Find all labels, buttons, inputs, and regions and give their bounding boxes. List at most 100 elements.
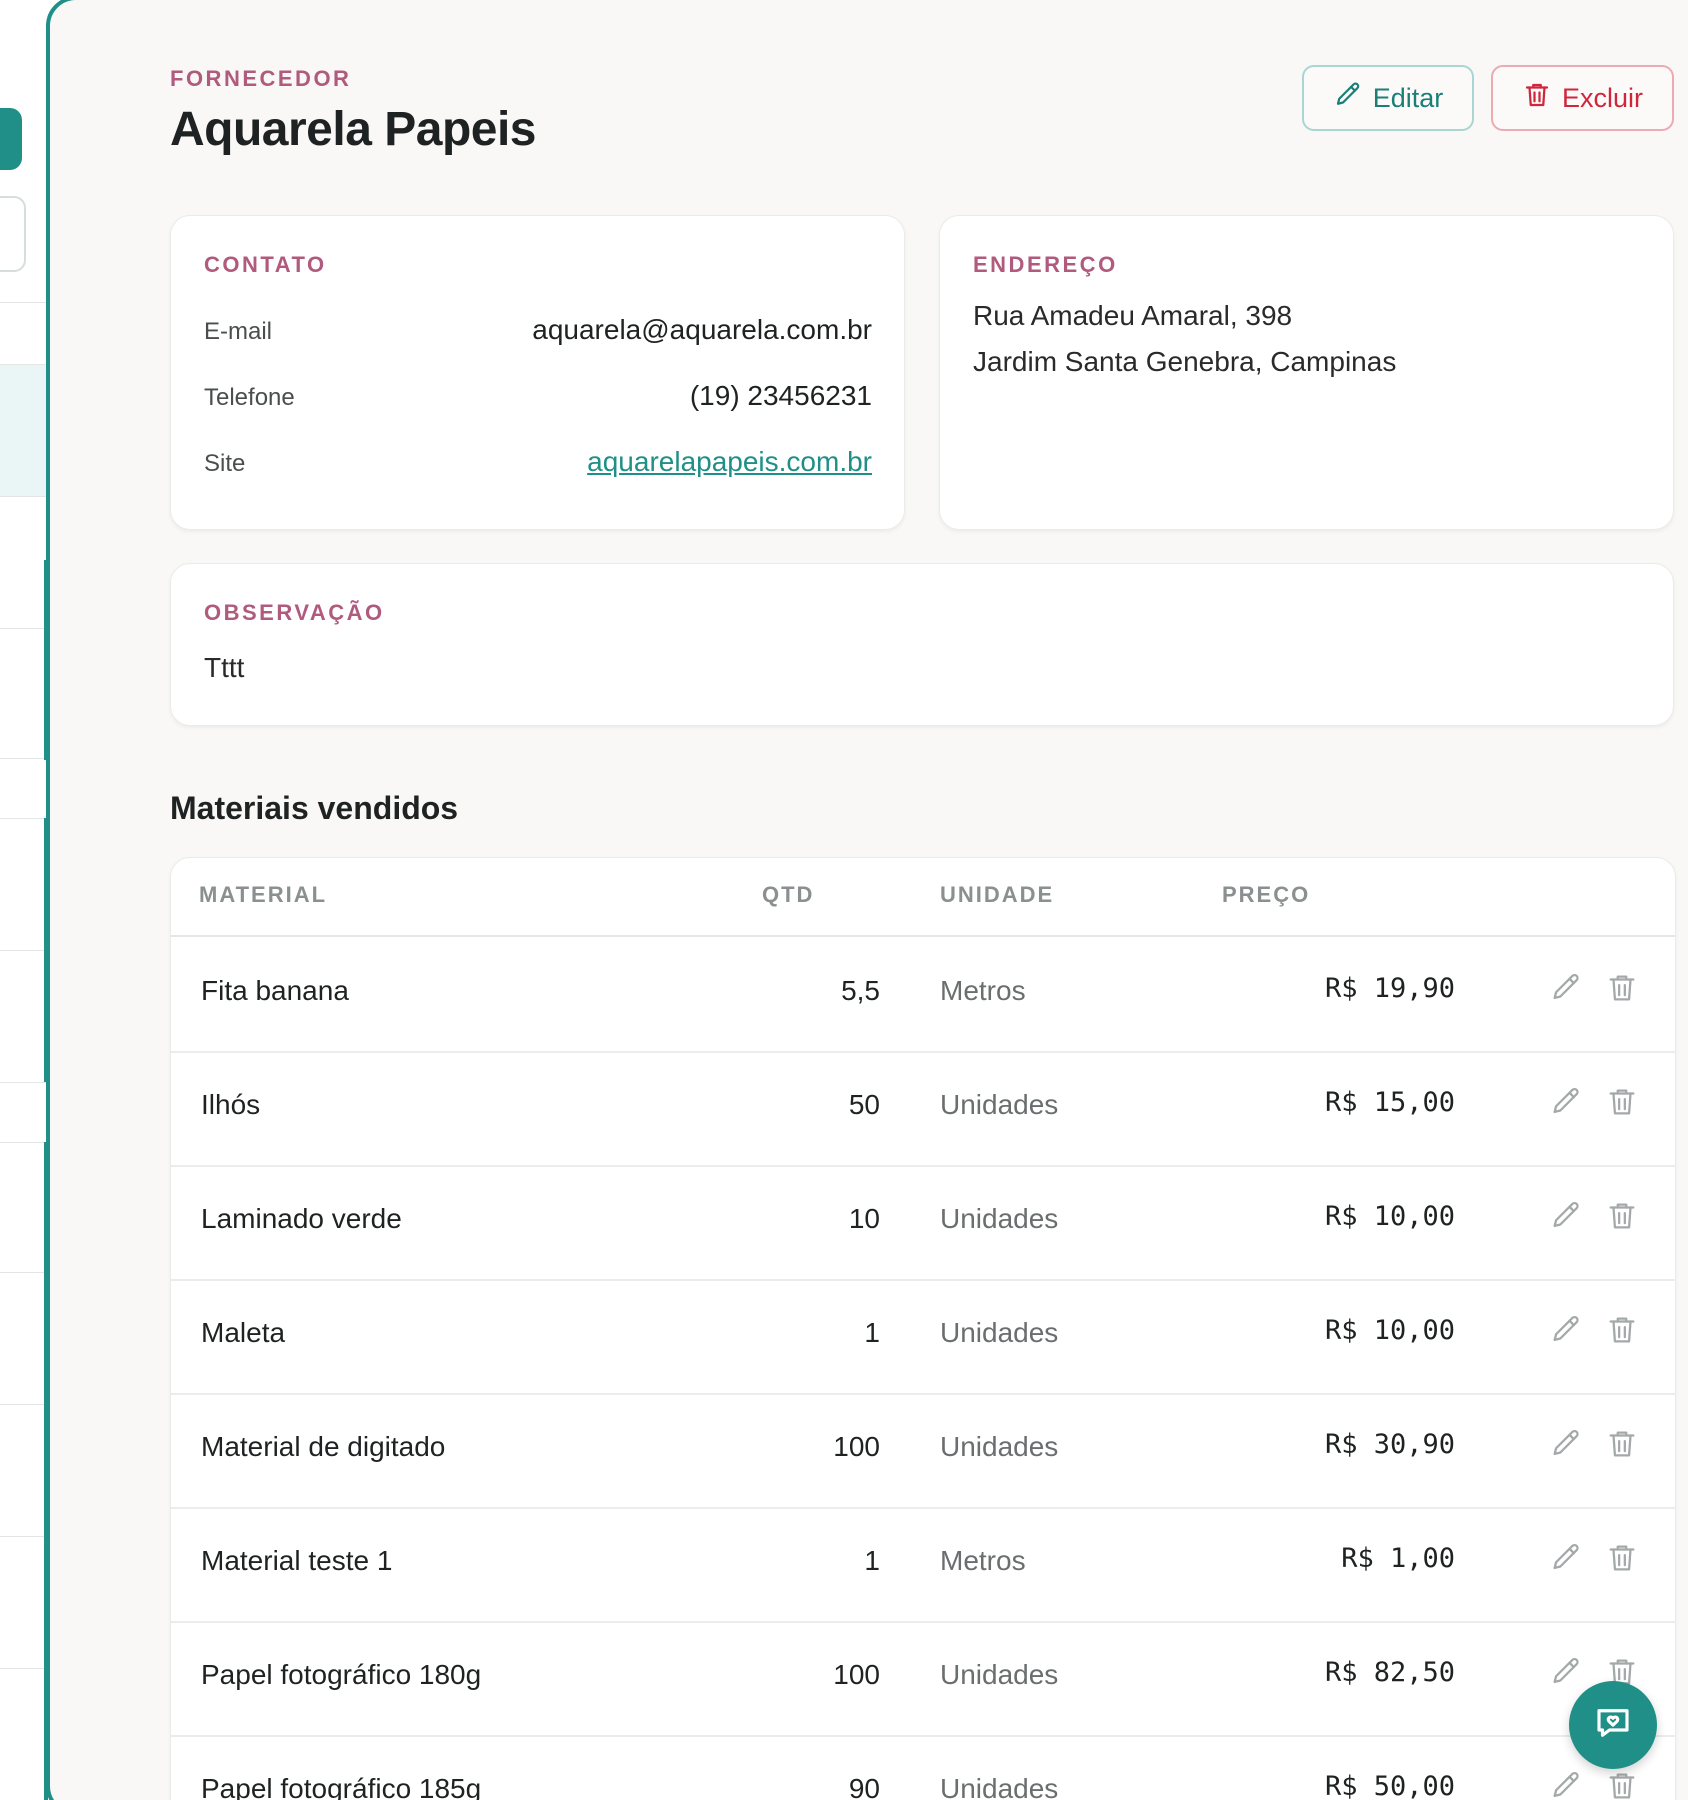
address-card: ENDEREÇO Rua Amadeu Amaral, 398 Jardim S… — [939, 215, 1674, 530]
trash-icon — [1522, 80, 1552, 117]
cell-material: Ilhós — [201, 1089, 261, 1120]
chat-heart-icon — [1592, 1702, 1634, 1749]
pencil-icon — [1549, 1201, 1583, 1237]
pencil-icon — [1549, 1315, 1583, 1351]
cell-qty: 1 — [864, 1545, 880, 1576]
cell-price: R$ 10,00 — [1324, 1315, 1455, 1346]
cell-price: R$ 1,00 — [1341, 1543, 1455, 1574]
cell-unit: Unidades — [940, 1317, 1059, 1348]
row-edit-button[interactable] — [1549, 1427, 1583, 1461]
table-row: Laminado verde 10 Unidades R$ 10,00 — [171, 1165, 1675, 1281]
background-search-input[interactable] — [0, 196, 26, 272]
observation-card: OBSERVAÇÃO Tttt — [170, 563, 1674, 726]
cell-qty: 5,5 — [841, 975, 880, 1006]
row-edit-button[interactable] — [1549, 1313, 1583, 1347]
column-header-material: MATERIAL — [199, 882, 328, 907]
row-delete-button[interactable] — [1605, 1313, 1639, 1347]
email-value: aquarela@aquarela.com.br — [532, 314, 872, 345]
table-header: MATERIAL QTD UNIDADE PREÇO — [171, 858, 1675, 937]
cell-material: Laminado verde — [201, 1203, 402, 1234]
cell-unit: Unidades — [940, 1659, 1059, 1690]
cell-material: Papel fotográfico 185g — [201, 1773, 482, 1800]
cell-qty: 50 — [848, 1089, 880, 1120]
row-edit-button[interactable] — [1549, 1541, 1583, 1575]
table-row: Material teste 1 1 Metros R$ 1,00 — [171, 1507, 1675, 1623]
column-header-unit: UNIDADE — [940, 882, 1055, 907]
pencil-icon — [1549, 1657, 1583, 1693]
table-row: Fita banana 5,5 Metros R$ 19,90 — [171, 937, 1675, 1053]
address-line-2: Jardim Santa Genebra, Campinas — [973, 346, 1397, 377]
trash-icon — [1605, 1431, 1639, 1465]
page-kicker: FORNECEDOR — [170, 66, 352, 91]
materials-section-title: Materiais vendidos — [170, 790, 459, 826]
row-delete-button[interactable] — [1605, 1085, 1639, 1119]
materials-table: MATERIAL QTD UNIDADE PREÇO Fita banana 5,… — [170, 857, 1676, 1800]
row-delete-button[interactable] — [1605, 971, 1639, 1005]
email-row: E-mail aquarela@aquarela.com.br — [204, 314, 872, 346]
cell-material: Material de digitado — [201, 1431, 446, 1462]
row-delete-button[interactable] — [1605, 1541, 1639, 1575]
trash-icon — [1605, 1545, 1639, 1579]
cell-qty: 1 — [864, 1317, 880, 1348]
row-delete-button[interactable] — [1605, 1769, 1639, 1800]
address-card-label: ENDEREÇO — [973, 252, 1118, 277]
cell-qty: 100 — [833, 1659, 880, 1690]
cell-unit: Metros — [940, 975, 1026, 1006]
delete-button-label: Excluir — [1561, 82, 1643, 113]
phone-key: Telefone — [204, 384, 295, 411]
cell-unit: Metros — [940, 1545, 1026, 1576]
trash-icon — [1605, 1089, 1639, 1123]
table-row: Papel fotográfico 180g 100 Unidades R$ 82,5… — [171, 1621, 1675, 1737]
pencil-icon — [1549, 973, 1583, 1009]
site-row: Site aquarelapapeis.com.br — [204, 446, 872, 478]
cell-unit: Unidades — [940, 1203, 1059, 1234]
site-link[interactable]: aquarelapapeis.com.br — [587, 446, 872, 478]
table-row: Maleta 1 Unidades R$ 10,00 — [171, 1279, 1675, 1395]
cell-material: Maleta — [201, 1317, 286, 1348]
trash-icon — [1605, 1773, 1639, 1800]
cell-unit: Unidades — [940, 1773, 1059, 1800]
contact-card-label: CONTATO — [204, 252, 327, 277]
observation-card-label: OBSERVAÇÃO — [204, 600, 385, 625]
edit-button-label: Editar — [1372, 82, 1444, 113]
row-edit-button[interactable] — [1549, 1199, 1583, 1233]
contact-card: CONTATO E-mail aquarela@aquarela.com.br … — [170, 215, 905, 530]
row-edit-button[interactable] — [1549, 1655, 1583, 1689]
supplier-detail-panel: FORNECEDOR Aquarela Papeis Editar Exclui… — [46, 0, 1688, 1800]
background-new-button[interactable] — [0, 108, 22, 170]
phone-value: (19) 23456231 — [689, 380, 872, 411]
trash-icon — [1605, 1203, 1639, 1237]
cell-price: R$ 82,50 — [1324, 1657, 1455, 1688]
support-chat-button[interactable] — [1569, 1681, 1657, 1769]
site-key: Site — [204, 450, 246, 477]
table-row: Ilhós 50 Unidades R$ 15,00 — [171, 1051, 1675, 1167]
cell-price: R$ 15,00 — [1324, 1087, 1455, 1118]
row-edit-button[interactable] — [1549, 1085, 1583, 1119]
pencil-icon — [1549, 1771, 1583, 1800]
cell-material: Fita banana — [201, 975, 349, 1006]
address-line-1: Rua Amadeu Amaral, 398 — [973, 300, 1293, 331]
column-header-qty: QTD — [762, 882, 815, 907]
cell-unit: Unidades — [940, 1431, 1059, 1462]
pencil-icon — [1549, 1087, 1583, 1123]
observation-text: Tttt — [204, 652, 245, 683]
cell-price: R$ 50,00 — [1324, 1771, 1455, 1800]
edit-button[interactable]: Editar — [1302, 65, 1474, 131]
phone-row: Telefone (19) 23456231 — [204, 380, 872, 412]
row-edit-button[interactable] — [1549, 971, 1583, 1005]
cell-qty: 10 — [848, 1203, 880, 1234]
row-delete-button[interactable] — [1605, 1199, 1639, 1233]
page: FORNECEDOR Aquarela Papeis Editar Exclui… — [0, 0, 1688, 1800]
row-edit-button[interactable] — [1549, 1769, 1583, 1800]
cell-price: R$ 19,90 — [1324, 973, 1455, 1004]
cell-material: Material teste 1 — [201, 1545, 393, 1576]
cell-qty: 100 — [833, 1431, 880, 1462]
row-delete-button[interactable] — [1605, 1427, 1639, 1461]
cell-price: R$ 10,00 — [1324, 1201, 1455, 1232]
delete-button[interactable]: Excluir — [1491, 65, 1674, 131]
trash-icon — [1605, 975, 1639, 1009]
pencil-icon — [1549, 1543, 1583, 1579]
email-key: E-mail — [204, 318, 273, 345]
table-row: Material de digitado 100 Unidades R$ 30,90 — [171, 1393, 1675, 1509]
trash-icon — [1605, 1317, 1639, 1351]
